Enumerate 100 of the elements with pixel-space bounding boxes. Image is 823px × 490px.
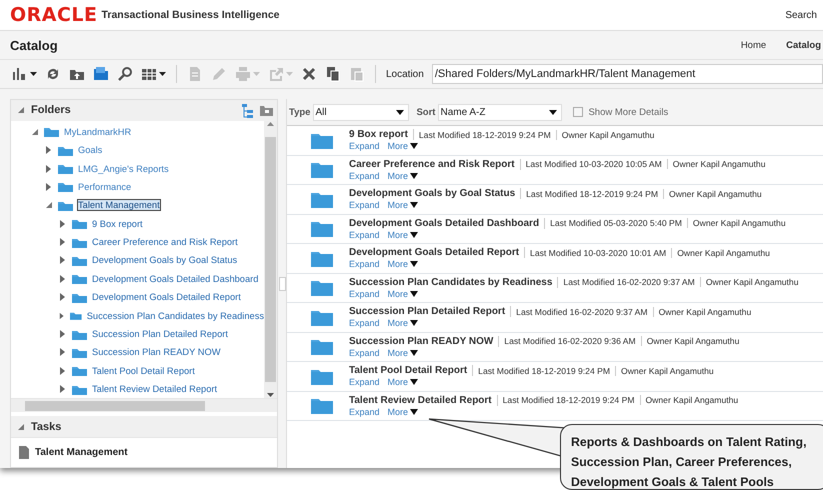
collapse-icon[interactable] bbox=[45, 201, 53, 210]
tree-view-icon[interactable] bbox=[241, 102, 254, 118]
more-menu[interactable]: More bbox=[388, 200, 418, 210]
folder-icon[interactable] bbox=[311, 338, 333, 356]
expand-link[interactable]: Expand bbox=[349, 377, 380, 388]
folder-tree-item[interactable]: Talent Review Detailed Report bbox=[92, 384, 218, 394]
folder-icon[interactable] bbox=[311, 368, 333, 385]
more-menu[interactable]: More bbox=[388, 230, 418, 240]
sort-dropdown[interactable]: Name A-Z bbox=[438, 104, 562, 120]
item-title[interactable]: Development Goals Detailed Report bbox=[349, 247, 526, 258]
type-dropdown[interactable]: All bbox=[313, 104, 410, 120]
folder-tree-item[interactable]: Development Goals Detailed Dashboard bbox=[92, 274, 258, 284]
item-title[interactable]: Career Preference and Risk Report bbox=[349, 158, 521, 170]
expand-link[interactable]: Expand bbox=[349, 141, 380, 152]
scrollbar[interactable] bbox=[264, 120, 277, 398]
expand-icon[interactable] bbox=[59, 293, 67, 302]
more-menu[interactable]: More bbox=[388, 170, 418, 181]
location-field[interactable]: /Shared Folders/MyLandmarkHR/Talent Management bbox=[432, 64, 823, 84]
expand-link[interactable]: Expand bbox=[349, 259, 380, 270]
folder-tree-item[interactable]: Goals bbox=[78, 145, 102, 156]
breadcrumb-link[interactable]: Home bbox=[740, 40, 766, 50]
folder-tree-item[interactable]: Succession Plan Detailed Report bbox=[92, 329, 228, 340]
expand-icon[interactable] bbox=[45, 146, 53, 154]
search-link[interactable]: Search bbox=[785, 10, 823, 20]
task-item[interactable]: Talent Management bbox=[35, 446, 128, 458]
collapse-icon[interactable] bbox=[31, 128, 39, 136]
expand-link[interactable]: Expand bbox=[349, 230, 380, 240]
more-menu[interactable]: More bbox=[388, 141, 418, 152]
expand-link[interactable]: Expand bbox=[349, 288, 380, 299]
more-menu[interactable]: More bbox=[388, 348, 418, 358]
owner-text: Owner Kapil Angamuthu bbox=[677, 248, 770, 258]
breadcrumb-link[interactable]: Catalog bbox=[786, 40, 821, 50]
document-icon bbox=[187, 66, 203, 82]
paste-icon bbox=[349, 66, 365, 82]
more-menu[interactable]: More bbox=[388, 259, 418, 270]
folder-icon[interactable] bbox=[311, 161, 333, 178]
delete-tool[interactable] bbox=[301, 66, 317, 82]
expand-link[interactable]: Expand bbox=[349, 318, 380, 328]
expand-icon[interactable] bbox=[59, 366, 67, 375]
search-tool[interactable] bbox=[117, 66, 133, 82]
expand-link[interactable]: Expand bbox=[349, 200, 380, 210]
folder-tree-item[interactable]: Performance bbox=[78, 182, 132, 192]
folder-icon[interactable] bbox=[311, 132, 333, 149]
collapse-icon[interactable] bbox=[17, 422, 25, 431]
folder-icon[interactable] bbox=[311, 250, 333, 267]
item-title[interactable]: Development Goals by Goal Status bbox=[349, 188, 522, 200]
item-title[interactable]: Talent Pool Detail Report bbox=[349, 365, 474, 376]
expand-link[interactable]: Expand bbox=[349, 348, 380, 358]
item-title[interactable]: 9 Box report bbox=[349, 129, 414, 140]
expand-icon[interactable] bbox=[59, 256, 67, 264]
folder-tree-item[interactable]: Talent Management bbox=[78, 200, 160, 210]
expand-link[interactable]: Expand bbox=[349, 406, 380, 417]
folder-icon[interactable] bbox=[311, 308, 333, 326]
checkbox-label: Show More Details bbox=[588, 106, 668, 118]
caret-icon bbox=[159, 72, 166, 76]
expand-icon[interactable] bbox=[59, 348, 67, 356]
folder-tree-item[interactable]: Career Preference and Risk Report bbox=[92, 237, 238, 248]
grid-tool[interactable] bbox=[141, 66, 166, 82]
folder-tree-item[interactable]: Talent Pool Detail Report bbox=[92, 366, 195, 376]
folder-tree-item[interactable]: 9 Box report bbox=[92, 218, 143, 229]
copy-tool[interactable] bbox=[325, 66, 341, 82]
folder-tool[interactable] bbox=[93, 66, 109, 82]
expand-icon[interactable] bbox=[45, 182, 53, 191]
item-title[interactable]: Succession Plan READY NOW bbox=[349, 336, 500, 347]
expand-icon[interactable] bbox=[45, 164, 53, 172]
more-menu[interactable]: More bbox=[388, 288, 418, 299]
item-title[interactable]: Development Goals Detailed Dashboard bbox=[349, 218, 546, 229]
item-title[interactable]: Succession Plan Detailed Report bbox=[349, 306, 512, 318]
expand-icon[interactable] bbox=[59, 220, 67, 228]
page-title: Catalog bbox=[10, 38, 58, 52]
splitter-handle[interactable] bbox=[278, 276, 286, 290]
expand-link[interactable]: Expand bbox=[349, 170, 380, 181]
folder-tree-item[interactable]: Development Goals by Goal Status bbox=[92, 255, 238, 266]
folder-icon[interactable] bbox=[311, 397, 333, 414]
refresh-tool[interactable] bbox=[45, 66, 61, 82]
chart-tool[interactable] bbox=[12, 66, 37, 82]
folder-icon bbox=[72, 365, 87, 376]
folder-tree-item[interactable]: LMG_Angie's Reports bbox=[78, 164, 169, 174]
folder-tree-item[interactable]: Succession Plan READY NOW bbox=[92, 347, 220, 358]
checkbox[interactable] bbox=[573, 107, 584, 117]
item-title[interactable]: Succession Plan Candidates by Readiness bbox=[349, 276, 558, 288]
scrollbar[interactable] bbox=[11, 398, 277, 412]
owner-text: Owner Kapil Angamuthu bbox=[669, 188, 762, 199]
folder-icon[interactable] bbox=[311, 190, 333, 208]
more-menu[interactable]: More bbox=[388, 318, 418, 328]
folder-tree-item[interactable]: Succession Plan Candidates by Readiness bbox=[86, 310, 264, 321]
printer-icon bbox=[235, 66, 251, 82]
item-title[interactable]: Talent Review Detailed Report bbox=[349, 394, 498, 406]
folder-tree-item[interactable]: MyLandmarkHR bbox=[64, 126, 132, 137]
folder-tree-item[interactable]: Development Goals Detailed Report bbox=[92, 292, 241, 302]
expand-icon[interactable] bbox=[59, 330, 67, 338]
collapse-icon[interactable] bbox=[17, 106, 25, 114]
folder-icon[interactable] bbox=[311, 279, 333, 296]
expand-icon[interactable] bbox=[59, 274, 67, 283]
expand-icon[interactable] bbox=[59, 312, 66, 320]
folder-icon[interactable] bbox=[311, 220, 333, 238]
more-menu[interactable]: More bbox=[388, 406, 418, 417]
more-menu[interactable]: More bbox=[388, 377, 418, 388]
expand-icon[interactable] bbox=[59, 238, 67, 246]
expand-icon[interactable] bbox=[59, 385, 67, 394]
